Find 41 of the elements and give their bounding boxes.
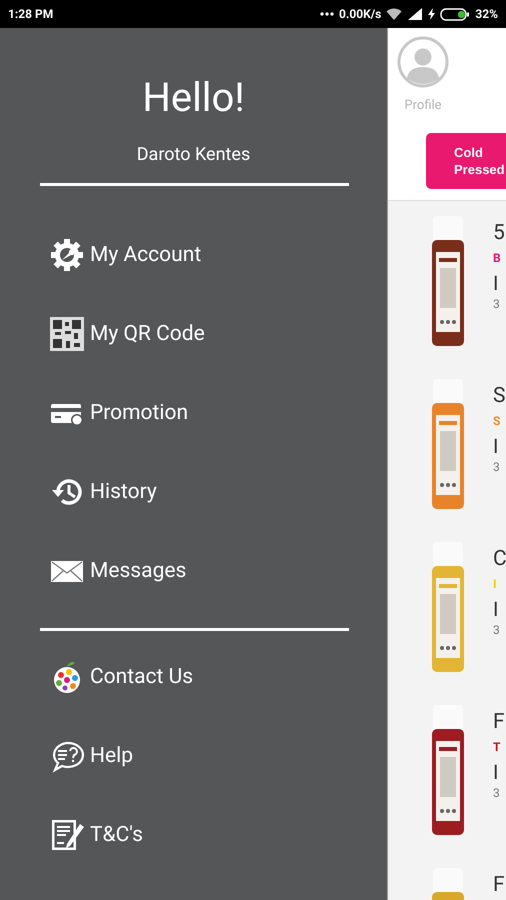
charging-icon <box>428 8 436 20</box>
product-detail: I <box>493 759 498 785</box>
product-volume: 3 <box>493 622 500 638</box>
wifi-icon <box>386 8 402 20</box>
menu-item[interactable]: Contact Us <box>0 637 387 716</box>
profile-label: Profile <box>404 98 442 113</box>
greeting: Hello! <box>141 73 246 123</box>
product-detail: I <box>493 596 498 622</box>
notification-dots-icon <box>320 12 334 16</box>
menu-item[interactable]: Help <box>0 716 387 795</box>
status-time: 1:28 PM <box>8 7 54 21</box>
product-tag: S <box>493 413 500 429</box>
battery-percent: 32% <box>475 7 498 21</box>
product-tag: I <box>493 576 497 592</box>
document-pen-icon <box>50 818 84 852</box>
category-button[interactable]: Cold Pressed <box>426 133 506 189</box>
product-tag: B <box>493 250 501 266</box>
product-volume: 3 <box>493 459 500 475</box>
product-volume: 3 <box>493 785 500 801</box>
avatar-icon[interactable] <box>397 36 449 88</box>
product-volume: 3 <box>493 296 500 312</box>
gear-icon <box>50 238 84 272</box>
qr-code-icon <box>50 316 84 350</box>
menu-item[interactable]: My QR Code <box>0 294 387 373</box>
product-title: F <box>493 709 505 736</box>
battery-icon <box>440 8 470 20</box>
product-detail: I <box>493 270 498 296</box>
product-detail: I <box>493 433 498 459</box>
menu-item[interactable]: My Account <box>0 215 387 294</box>
network-speed: 0.00K/s <box>338 7 382 21</box>
menu-item[interactable]: History <box>0 452 387 531</box>
product-title: C <box>493 546 506 573</box>
product-tag: T <box>493 739 500 755</box>
user-name: Daroto Kentes <box>136 143 252 167</box>
menu-item[interactable]: Messages <box>0 531 387 610</box>
menu-item[interactable]: Promotion <box>0 373 387 452</box>
signal-icon <box>407 8 424 20</box>
product-title: 5 <box>493 220 505 247</box>
product-title: S <box>493 383 506 410</box>
menu-item[interactable]: T&C's <box>0 795 387 874</box>
product-title: F <box>493 872 505 899</box>
